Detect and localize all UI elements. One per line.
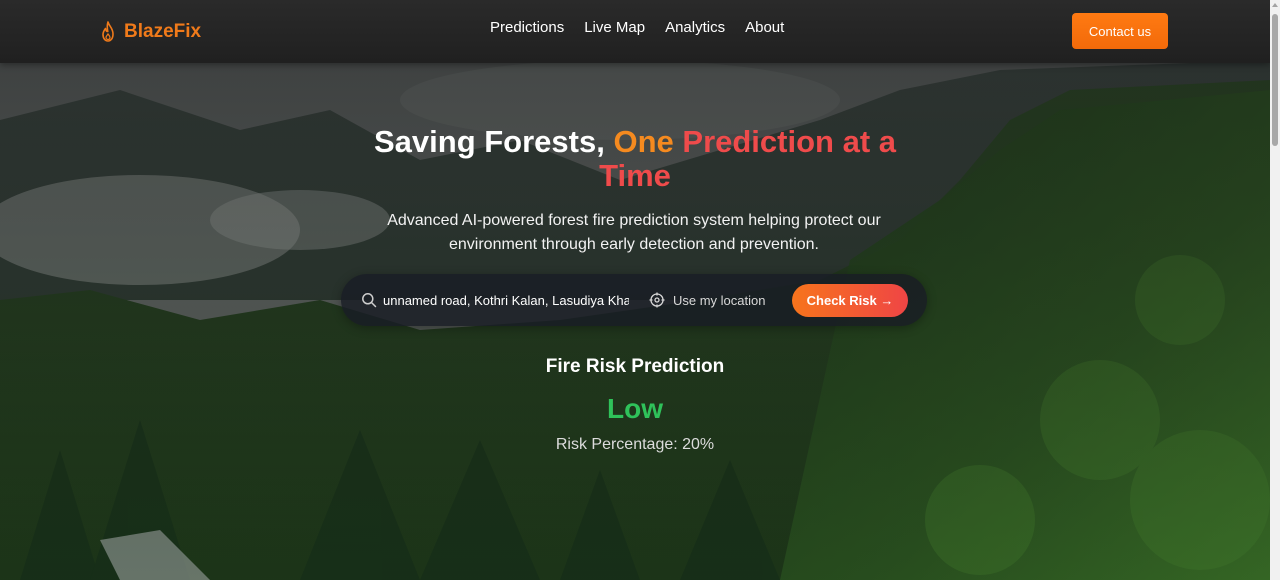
risk-percentage: Risk Percentage: 20% xyxy=(555,436,715,453)
page-scrollbar[interactable] xyxy=(1270,0,1280,580)
hero-subtitle: Advanced AI-powered forest fire predicti… xyxy=(387,212,881,253)
check-risk-button[interactable]: Check Risk → xyxy=(792,284,908,317)
location-search-input[interactable] xyxy=(383,288,629,312)
crosshair-icon xyxy=(649,292,665,308)
location-search-bar: Use my location Check Risk → xyxy=(341,274,927,326)
nav-link-predictions[interactable]: Predictions xyxy=(490,19,564,36)
nav-link-analytics[interactable]: Analytics xyxy=(665,19,725,36)
hero-title-part1: Saving Forests, xyxy=(373,124,605,159)
main-nav: Predictions Live Map Analytics About xyxy=(490,19,784,36)
use-my-location-button[interactable]: Use my location xyxy=(649,288,765,312)
flame-icon xyxy=(102,21,114,42)
prediction-title: Fire Risk Prediction xyxy=(545,356,725,377)
scrollbar-thumb[interactable] xyxy=(1272,14,1278,146)
scroll-up-arrow-icon[interactable] xyxy=(1272,3,1278,7)
hero-title-part2: One xyxy=(613,124,674,159)
nav-link-live-map[interactable]: Live Map xyxy=(584,19,645,36)
navbar: BlazeFix Predictions Live Map Analytics … xyxy=(0,0,1270,63)
use-my-location-label: Use my location xyxy=(673,292,766,308)
search-icon xyxy=(362,293,377,308)
brand-logo[interactable]: BlazeFix xyxy=(98,18,201,46)
risk-level: Low xyxy=(607,393,663,424)
nav-link-about[interactable]: About xyxy=(745,19,784,36)
hero-section: Saving Forests, One Prediction at a Time… xyxy=(0,63,1270,580)
contact-us-button[interactable]: Contact us xyxy=(1072,13,1168,49)
brand-name: BlazeFix xyxy=(124,21,202,42)
hero-title: Saving Forests, One Prediction at a Time xyxy=(335,125,935,193)
